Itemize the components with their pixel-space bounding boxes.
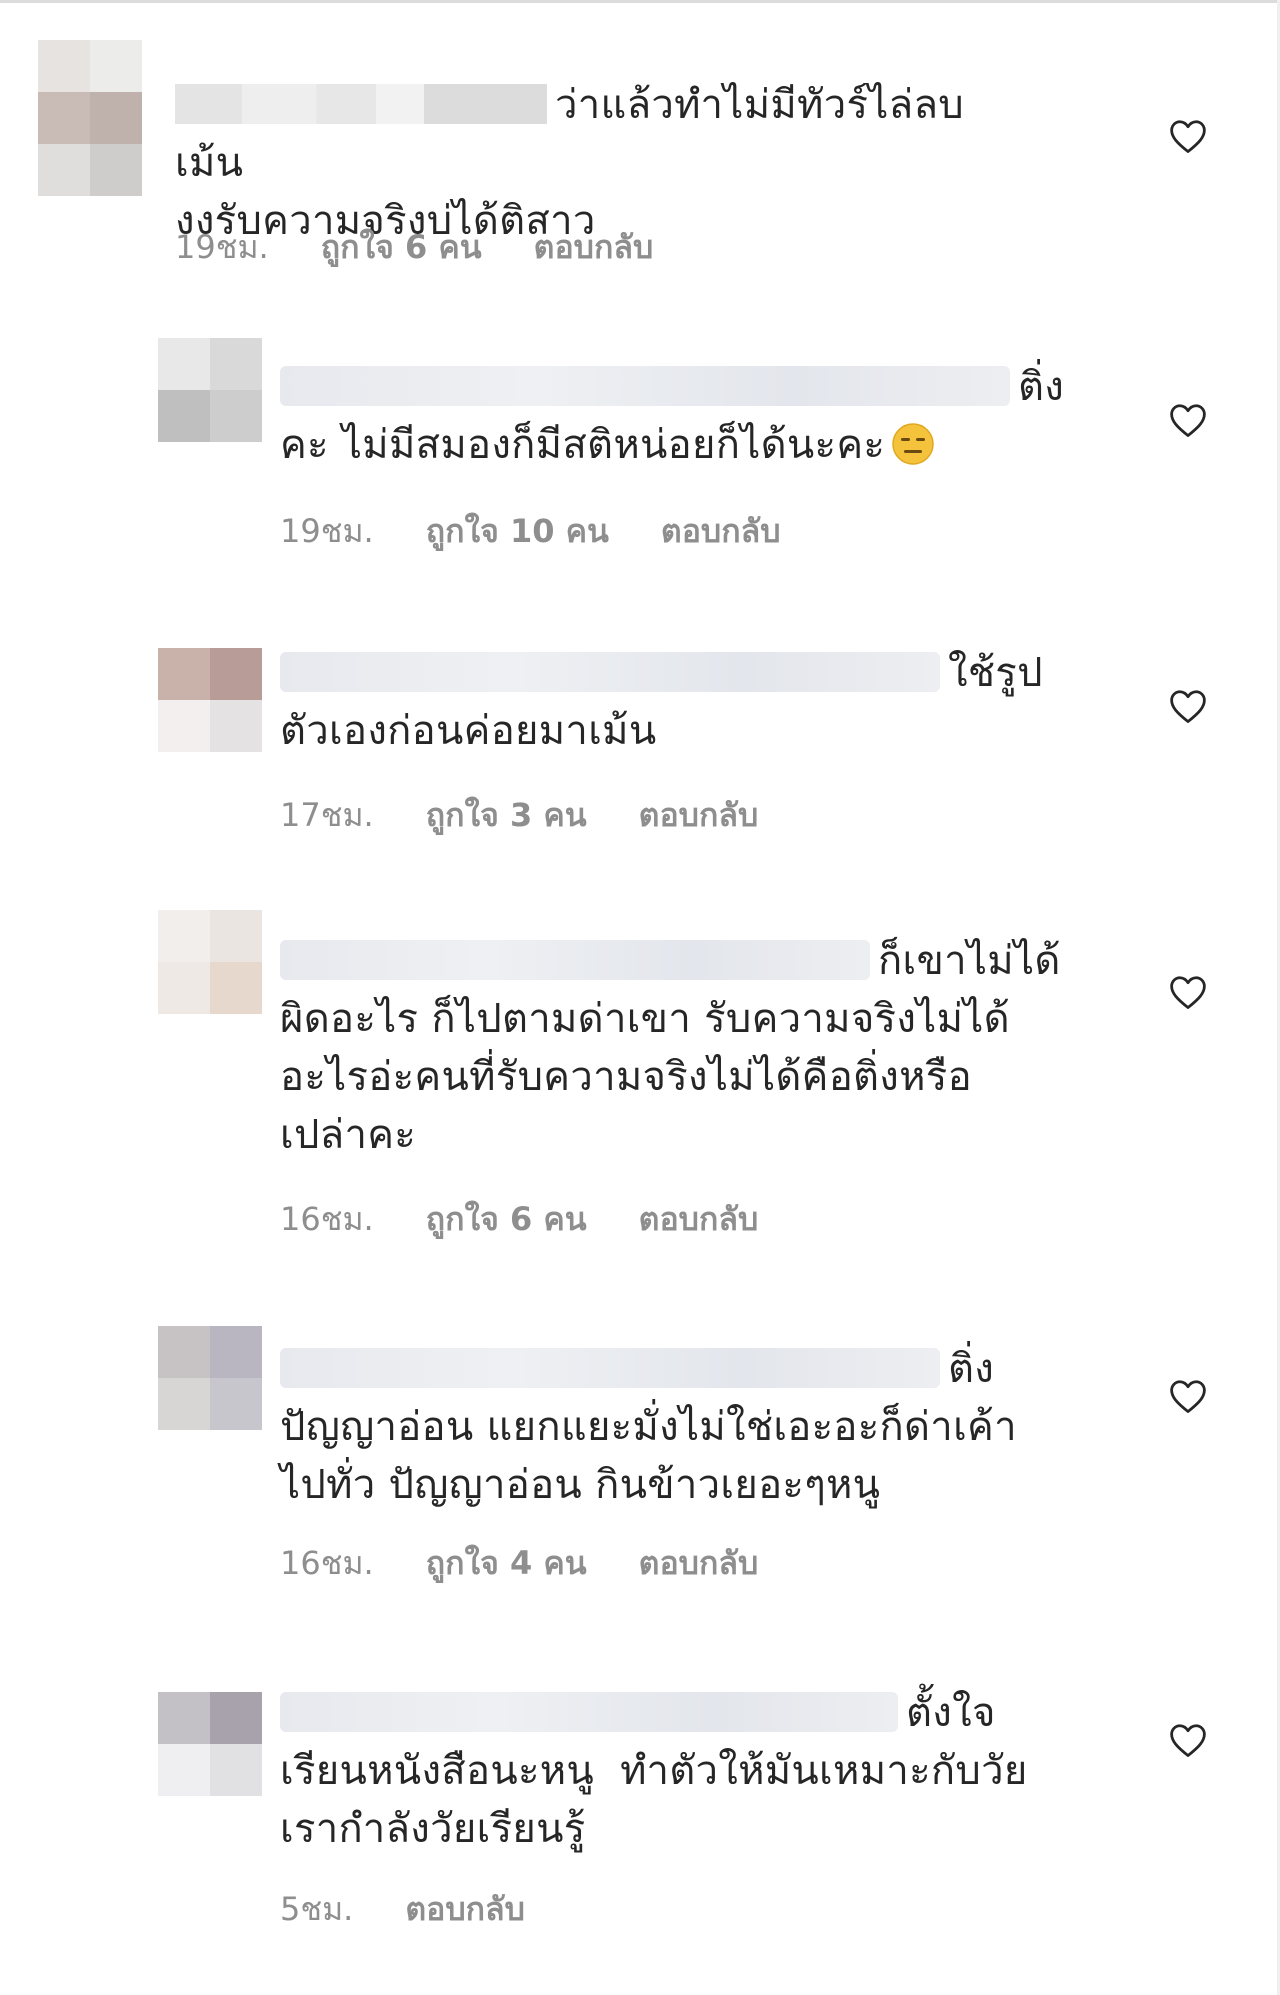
heart-icon[interactable] [1168, 402, 1208, 438]
heart-icon[interactable] [1168, 1722, 1208, 1758]
username-blurred[interactable] [280, 940, 870, 980]
expressionless-face-icon [892, 423, 934, 465]
comment-meta: 17ชม. ถูกใจ 3 คน ตอบกลับ [280, 790, 810, 841]
comment-meta: 16ชม. ถูกใจ 6 คน ตอบกลับ [280, 1194, 810, 1245]
comment-meta: 19ชม. ถูกใจ 10 คน ตอบกลับ [280, 506, 833, 557]
avatar[interactable] [158, 1326, 262, 1430]
comment-meta: 16ชม. ถูกใจ 4 คน ตอบกลับ [280, 1538, 810, 1589]
comment-text: ติ่ง คะ ไม่มีสมองก็มีสติหน่อยก็ได้นะคะ [280, 364, 1065, 468]
comment-time: 16ชม. [280, 1200, 374, 1238]
likes-count[interactable]: ถูกใจ 3 คน [426, 796, 587, 834]
avatar[interactable] [158, 648, 262, 752]
comment-time: 19ชม. [175, 228, 269, 266]
comment-time: 17ชม. [280, 796, 374, 834]
heart-icon[interactable] [1168, 1378, 1208, 1414]
heart-icon[interactable] [1168, 974, 1208, 1010]
username-blurred[interactable] [280, 1348, 940, 1388]
reply-button[interactable]: ตอบกลับ [534, 228, 654, 266]
comment-time: 19ชม. [280, 512, 374, 550]
comment-text: ติ่ง ปัญญาอ่อน แยกแยะมั่งไม่ใช่เอะอะก็ด่… [280, 1346, 1017, 1508]
heart-icon[interactable] [1168, 118, 1208, 154]
likes-count[interactable]: ถูกใจ 6 คน [321, 228, 482, 266]
avatar[interactable] [158, 910, 262, 1014]
comment-text: ใช้รูป ตัวเองก่อนค่อยมาเม้น [280, 650, 1043, 754]
top-divider [0, 0, 1280, 3]
reply-button[interactable]: ตอบกลับ [405, 1890, 525, 1928]
avatar[interactable] [158, 338, 262, 442]
reply-button[interactable]: ตอบกลับ [639, 796, 759, 834]
avatar[interactable] [38, 40, 142, 196]
avatar[interactable] [158, 1692, 262, 1796]
reply-button[interactable]: ตอบกลับ [639, 1200, 759, 1238]
comment-text: ตั้งใจ เรียนหนังสือนะหนู ทำตัวให้มันเหมา… [280, 1690, 1028, 1852]
comment-meta: 19ชม. ถูกใจ 6 คน ตอบกลับ [175, 222, 705, 273]
likes-count[interactable]: ถูกใจ 10 คน [426, 512, 609, 550]
heart-icon[interactable] [1168, 688, 1208, 724]
reply-button[interactable]: ตอบกลับ [661, 512, 781, 550]
comment-meta: 5ชม. ตอบกลับ [280, 1884, 577, 1935]
username-blurred[interactable] [280, 366, 1010, 406]
reply-button[interactable]: ตอบกลับ [639, 1544, 759, 1582]
comment-time: 16ชม. [280, 1544, 374, 1582]
comment-time: 5ชม. [280, 1890, 354, 1928]
username-blurred[interactable] [280, 652, 940, 692]
likes-count[interactable]: ถูกใจ 6 คน [426, 1200, 587, 1238]
username-blurred[interactable] [175, 84, 547, 124]
comment-text: ก็เขาไม่ได้ ผิดอะไร ก็ไปตามด่าเขา รับควา… [280, 938, 1061, 1158]
username-blurred[interactable] [280, 1692, 898, 1732]
likes-count[interactable]: ถูกใจ 4 คน [426, 1544, 587, 1582]
